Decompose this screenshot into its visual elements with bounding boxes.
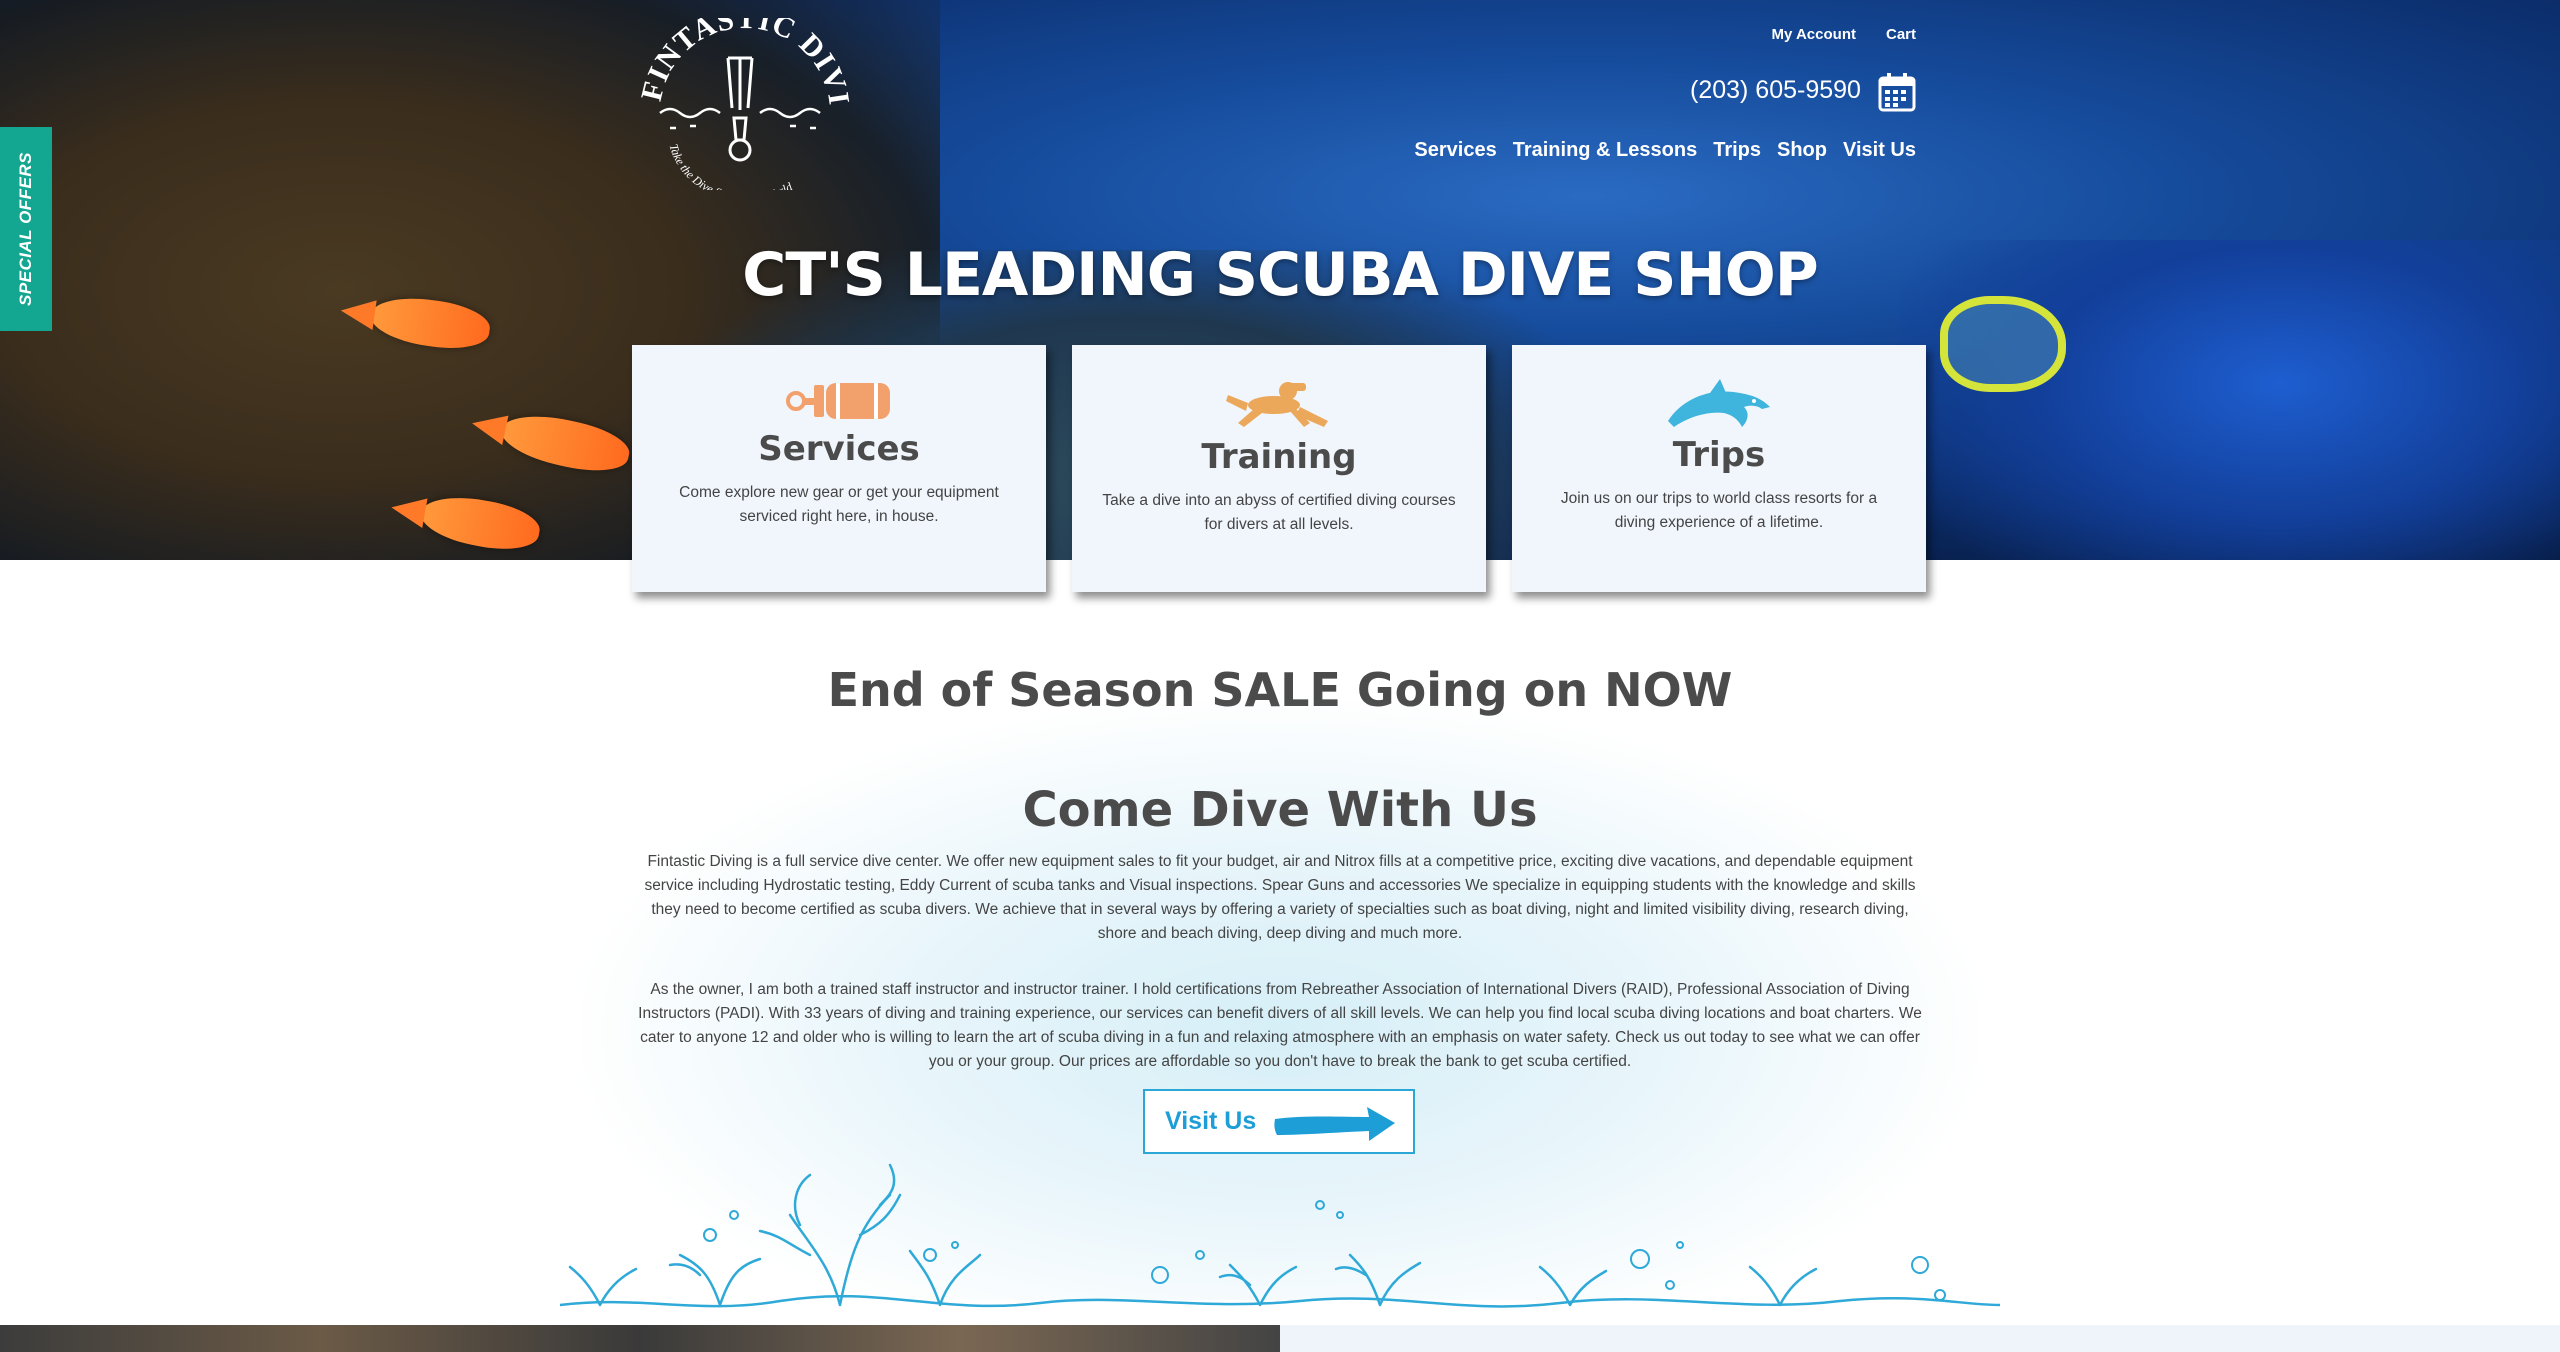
- card-services[interactable]: Services Come explore new gear or get yo…: [632, 345, 1046, 592]
- nav-training-lessons[interactable]: Training & Lessons: [1513, 139, 1697, 162]
- diver-icon: [1226, 382, 1328, 427]
- logo-fins-icon: [726, 56, 754, 162]
- phone-number[interactable]: (203) 605-9590: [1690, 76, 1861, 105]
- nav-shop[interactable]: Shop: [1777, 139, 1827, 162]
- account-links: My Account Cart: [1772, 26, 1916, 43]
- section-title: Come Dive With Us: [1022, 781, 1538, 838]
- dolphin-icon: [1668, 379, 1770, 427]
- about-paragraph-1: Fintastic Diving is a full service dive …: [644, 852, 1916, 942]
- my-account-link[interactable]: My Account: [1772, 26, 1856, 43]
- nav-trips[interactable]: Trips: [1713, 139, 1761, 162]
- cart-link[interactable]: Cart: [1886, 26, 1916, 43]
- card-text: Join us on our trips to world class reso…: [1560, 490, 1878, 531]
- coral-illustration: [560, 1163, 2000, 1308]
- card-text: Come explore new gear or get your equipm…: [679, 484, 999, 525]
- calendar-icon[interactable]: [1878, 72, 1916, 112]
- card-training[interactable]: Training Take a dive into an abyss of ce…: [1072, 345, 1486, 592]
- svg-text:FINTASTIC DIVING: FINTASTIC DIVING: [640, 18, 850, 108]
- visit-us-button[interactable]: Visit Us: [1143, 1089, 1415, 1154]
- nav-visit-us[interactable]: Visit Us: [1843, 139, 1916, 162]
- arrow-right-icon: [1274, 1107, 1395, 1141]
- card-title: Trips: [1672, 435, 1766, 475]
- fintastic-diving-logo[interactable]: FINTASTIC DIVING Take the Dive Sea a New…: [640, 18, 850, 190]
- nav-services[interactable]: Services: [1414, 139, 1496, 162]
- card-text: Take a dive into an abyss of certified d…: [1102, 492, 1456, 533]
- logo-text: FINTASTIC DIVING: [640, 18, 850, 108]
- diver-mask-image: [1940, 296, 2066, 392]
- about-paragraph-2: As the owner, I am both a trained staff …: [638, 980, 1922, 1070]
- card-title: Services: [758, 429, 920, 469]
- card-title: Training: [1201, 437, 1357, 477]
- visit-us-label: Visit Us: [1165, 1107, 1257, 1135]
- card-trips[interactable]: Trips Join us on our trips to world clas…: [1512, 345, 1926, 592]
- main-nav: Services Training & Lessons Trips Shop V…: [1414, 139, 1916, 162]
- bottom-section: [0, 1325, 2560, 1352]
- hero-title: CT'S LEADING SCUBA DIVE SHOP: [742, 240, 1818, 311]
- scuba-tank-icon: [786, 383, 890, 419]
- shop-photo: [0, 1325, 1280, 1352]
